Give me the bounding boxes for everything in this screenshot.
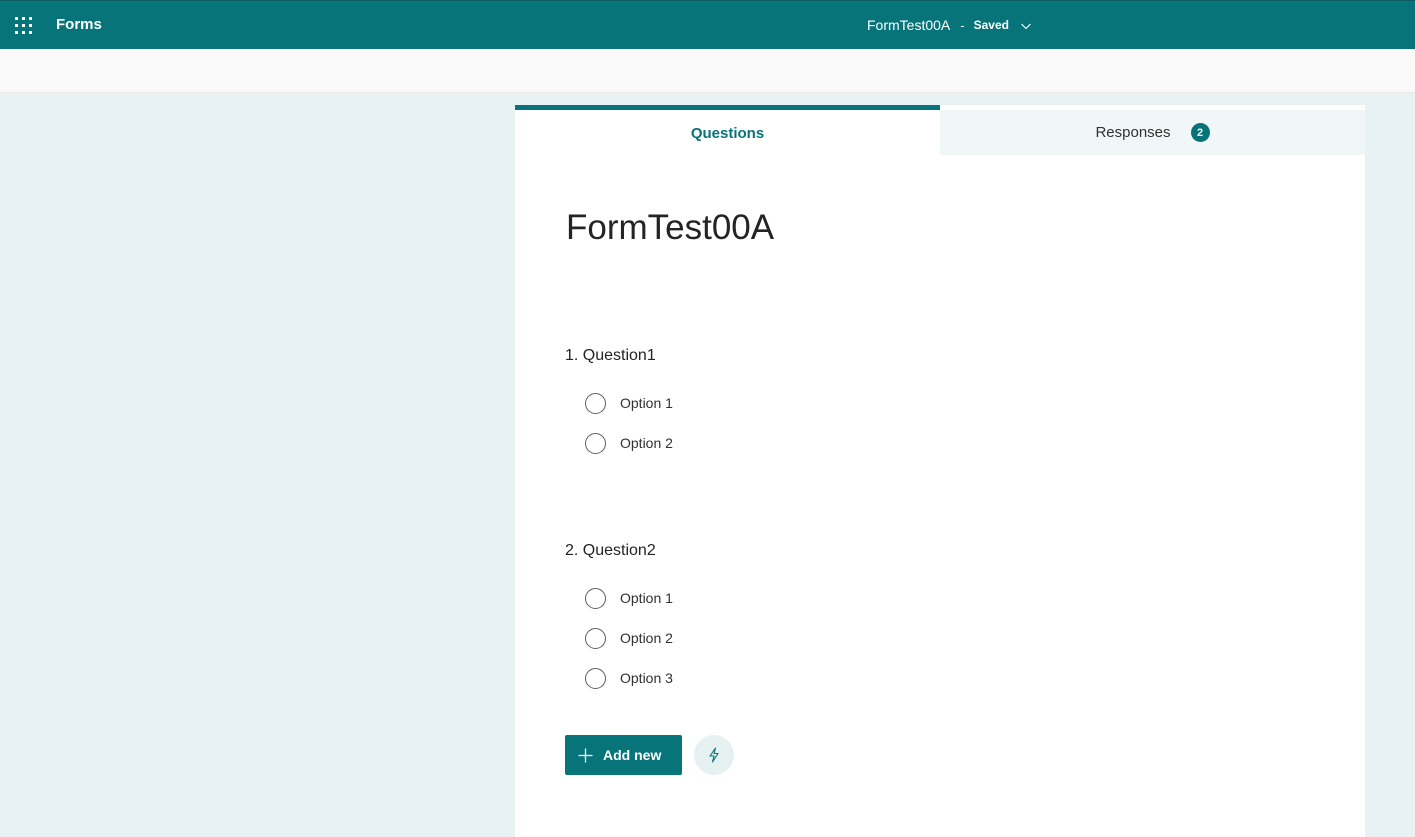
question-1[interactable]: 1. Question1 Option 1 Option 2 [565,347,673,463]
radio-button[interactable] [585,432,606,454]
option-item[interactable]: Option 1 [565,578,673,618]
quick-suggestions-button[interactable] [694,735,734,775]
tab-questions[interactable]: Questions [515,105,940,155]
tab-responses-label: Responses [1095,124,1171,141]
option-item[interactable]: Option 3 [565,658,673,698]
option-item[interactable]: Option 2 [565,618,673,658]
option-label: Option 1 [620,590,673,606]
app-launcher-icon[interactable] [15,17,33,35]
question-2[interactable]: 2. Question2 Option 1 Option 2 Option 3 [565,542,673,698]
question-title: 2. Question2 [565,542,656,559]
option-label: Option 3 [620,670,673,686]
document-title: FormTest00A [867,17,951,33]
option-item[interactable]: Option 2 [565,423,673,463]
question-title: 1. Question1 [565,347,656,364]
radio-button[interactable] [585,667,606,689]
option-item[interactable]: Option 1 [565,383,673,423]
form-card: Questions Responses 2 FormTest00A 1. Que… [515,105,1365,837]
app-name[interactable]: Forms [56,16,102,33]
radio-button[interactable] [585,587,606,609]
plus-icon [578,748,593,762]
tab-responses[interactable]: Responses 2 [940,110,1365,155]
save-status: Saved [973,18,1009,32]
form-title[interactable]: FormTest00A [566,208,774,248]
add-new-button[interactable]: Add new [565,735,682,775]
radio-button[interactable] [585,627,606,649]
tab-bar: Questions Responses 2 [515,105,1365,155]
chevron-down-icon [1021,23,1031,30]
add-new-label: Add new [603,747,662,763]
option-label: Option 2 [620,630,673,646]
command-bar [0,49,1415,93]
title-separator: - [960,17,965,33]
lightning-bolt-icon [709,747,719,763]
option-label: Option 1 [620,395,673,411]
document-title-menu[interactable]: FormTest00A - Saved [867,17,1032,33]
responses-count-badge: 2 [1190,123,1210,142]
suite-bar: Forms FormTest00A - Saved [0,0,1415,49]
radio-button[interactable] [585,392,606,414]
option-label: Option 2 [620,435,673,451]
tab-questions-label: Questions [690,125,765,142]
